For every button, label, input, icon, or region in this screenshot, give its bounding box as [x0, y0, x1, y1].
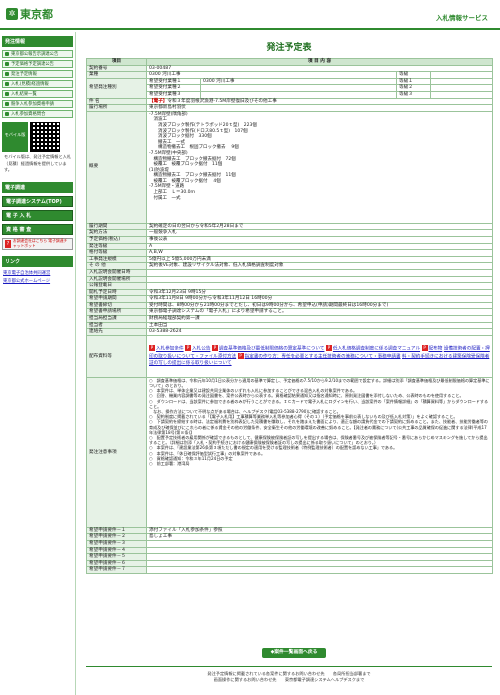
table-row: 開札予定日時 令和3年12月23日 9時15分	[86, 288, 493, 297]
table-row: 入札説明会開催場所	[86, 275, 493, 284]
overview: -7.5M岸壁(隅角部) 消波工 消波ブロック製作(テトラポッド20ｔ型) 22…	[146, 110, 493, 224]
table-row: 履行場所 東京都新島村羽伏	[86, 104, 493, 112]
header-item: 項目	[86, 58, 147, 66]
table-row: そ の 他契約後VE対象、建設リサイクル法対象、低入札価格調査制度対象	[86, 262, 493, 270]
doc-link[interactable]: 配布物	[429, 347, 443, 352]
remarks: ○ 調査基準価格は、令和元年10月1日公表分から適用の基準で算定し、予定価格の7…	[146, 376, 493, 528]
table-row: 希望書申請場所 東京都電子調達システムの「電子入札」により希望申請すること。	[86, 308, 493, 317]
pdf-icon: P	[421, 345, 428, 352]
table-row: 履行期間 契約確定の日の翌日から令和5年2月28日まで	[86, 222, 493, 231]
pdf-icon: P	[211, 345, 218, 352]
main-content: 発注予定表 項目 項 目 内 容 契約番号 03-00487 業種 0300 河川工…	[86, 32, 493, 695]
table-row: 工事発注規模 5億円以上 5億5,000万円未満	[86, 255, 493, 264]
footer: 発注予定情報に掲載されている各案件に関するお問い合わせ先 各局所担当部署まで 画…	[86, 666, 492, 695]
subject: 【電子】令和３年度羽根沢漁港-7.5M岸壁復旧及びその他工事	[146, 97, 493, 106]
table-row: 希望申請期間 令和3年11月8日 9時00分から令和3年11月12日 16時00分	[86, 295, 493, 303]
back-to-list-button[interactable]: ◆案件一覧画面へ戻る	[262, 648, 326, 658]
sidebar-item-qualification[interactable]: 競争入札参加資格申請	[2, 100, 73, 108]
chatbot-text: お調達会社はこちら 電子調達チャットボット	[12, 238, 68, 248]
sidebar-button-qual-review[interactable]: 資 格 審 査	[2, 223, 73, 235]
table-row: 希望申請要件－６	[86, 559, 493, 568]
doc-link[interactable]: 入札公告	[192, 347, 210, 352]
bullet-icon	[5, 72, 9, 76]
table-row: 格付等級 A,B,W	[86, 249, 493, 257]
sidebar-item-order-plan[interactable]: 発注予定情報	[2, 70, 73, 78]
page-title: 発注予定表	[266, 43, 312, 53]
qr-code-icon	[30, 122, 60, 152]
table-row: 件 名【電子】令和３年度羽根沢漁港-7.5M岸壁復旧及びその他工事	[86, 97, 493, 106]
table-row: 発注等級 A	[86, 242, 493, 251]
pdf-icon: P	[237, 352, 244, 359]
bullet-icon	[5, 82, 9, 86]
tokyo-emblem-icon: ✲	[6, 8, 18, 20]
service-name: 入札情報サービス	[436, 14, 488, 22]
order-plan-table: 項目 項 目 内 容 契約番号 03-00487 業種 0300 河川工事 等級 希望…	[86, 58, 493, 574]
bullet-icon	[5, 112, 9, 116]
doc-link[interactable]: 入札参加条件	[156, 347, 184, 352]
bullet-icon	[5, 52, 9, 56]
pdf-icon: P	[325, 345, 332, 352]
table-row: 入札説明会開催日時	[86, 268, 493, 277]
table-row: 希望申請要件－１ 添付ファイル「入札参加条件」参照	[86, 526, 493, 535]
bullet-icon	[5, 62, 9, 66]
table-row: 概要 -7.5M岸壁(隅角部) 消波工 消波ブロック製作(テトラポッド20ｔ型) …	[86, 110, 493, 224]
table-row: 希望発注種別 希望受付業種１ 0300 河川工事 等級１	[86, 77, 493, 99]
chatbot-banner[interactable]: ? お調達会社はこちら 電子調達チャットボット	[2, 237, 73, 250]
industry: 0300 河川工事	[146, 71, 397, 79]
docs-cell: P 入札参加条件 P 入札公告 P 調査基準価格及び最低制限価格の算定基準について P…	[146, 334, 493, 378]
doc-link[interactable]: 調査基準価格及び最低制限価格の算定基準について	[219, 347, 325, 352]
table-row: 連絡先 03-5388-2624	[86, 328, 493, 336]
contract-number: 03-00487	[146, 64, 493, 73]
logo-text: 東京都	[20, 8, 53, 21]
sidebar-button-system-top[interactable]: 電子調達システム(TOP)	[2, 195, 73, 207]
table-row: 公報登載日	[86, 282, 493, 290]
sidebar-item-bid-progress[interactable]: 入札(見積)経過情報	[2, 80, 73, 88]
sidebar-item-public-notice[interactable]: 東京都公報告示調達公告	[2, 50, 73, 58]
pdf-icon: P	[185, 345, 192, 352]
table-row: 予定価格(税込) 事後公表	[86, 235, 493, 244]
table-row: 希望受付業種３ 等級３	[87, 90, 493, 99]
table-row: 発注注意事項 ○ 調査基準価格は、令和元年10月1日公表分から適用の基準で算定し、…	[86, 376, 493, 528]
sidebar-button-e-bid[interactable]: 電 子 入 札	[2, 209, 73, 221]
place: 東京都新島村羽伏	[146, 104, 493, 112]
mobile-box: モバイル版	[2, 122, 73, 152]
table-row: 希望申請要件－４	[86, 546, 493, 555]
doc-link[interactable]: 指定書の作り方：専任を必要とする主任技術者の兼務について・事務申請書	[245, 354, 401, 359]
pdf-icon: P	[149, 345, 155, 352]
sidebar-system-title: 電子調達	[2, 181, 73, 193]
footer-line-2: 画面操作に関するお問い合わせ先 東京都電子調達システムヘルプデスクまで	[213, 677, 365, 682]
table-row: 配布資料等 P 入札参加条件 P 入札公告 P 調査基準価格及び最低制限価格の算定基準…	[86, 334, 493, 378]
table-row: 希望書締切 受付時間は、8時00分から21時00分までとだし、初日は9時00分から…	[86, 301, 493, 310]
table-row: 希望申請要件－５	[86, 553, 493, 561]
bullet-icon	[5, 102, 9, 106]
table-row: 契約方法 一般競争入札	[86, 229, 493, 237]
table-row: 担当局担当課 財務局経理部契約第一課	[86, 315, 493, 323]
sidebar-item-price-notice[interactable]: 予定価格予定調達公告	[2, 60, 73, 68]
table-row: 担当者 土本田当	[86, 321, 493, 330]
sidebar-links-title: リンク	[2, 255, 73, 267]
table-row: 希望受付業種２ 等級２	[87, 84, 493, 92]
doc-link[interactable]: 低入札価格調査制度に係る調査マニュアル	[333, 347, 420, 352]
chatbot-icon: ?	[5, 239, 11, 248]
bullet-icon	[5, 92, 9, 96]
mobile-badge[interactable]: モバイル版	[2, 122, 28, 152]
tokyo-logo[interactable]: ✲ 東京都	[6, 6, 53, 22]
sidebar-item-bid-results[interactable]: 入札結果一覧	[2, 90, 73, 98]
sidebar-menu-title: 発注情報	[2, 36, 73, 47]
table-row: 希望申請要件－３	[86, 540, 493, 548]
sidebar: 発注情報 東京都公報告示調達公告 予定価格予定調達公告 発注予定情報 入札(見積…	[0, 32, 76, 695]
table-header-row: 項目 項 目 内 容	[86, 58, 493, 66]
table-row: 業種 0300 河川工事 等級	[86, 71, 493, 79]
table-row: 契約番号 03-00487	[86, 64, 493, 73]
table-row: 希望申請要件－２ 島しょ工事	[86, 533, 493, 542]
mobile-description: モバイル版は、発注予定情報と入札（見積）経過情報を提供しています。	[4, 154, 72, 172]
header-content: 項 目 内 容	[146, 58, 493, 66]
header: ✲ 東京都 入札情報サービス	[0, 0, 500, 30]
link-tokyo-official[interactable]: 東京都公式ホームページ	[3, 278, 72, 284]
sidebar-item-qual-inquiry[interactable]: 入札参加資格問合	[2, 110, 73, 118]
link-joint-operation[interactable]: 東京電子自治体共同運営	[3, 270, 72, 276]
table-row: 希望申請要件－７	[86, 566, 493, 574]
